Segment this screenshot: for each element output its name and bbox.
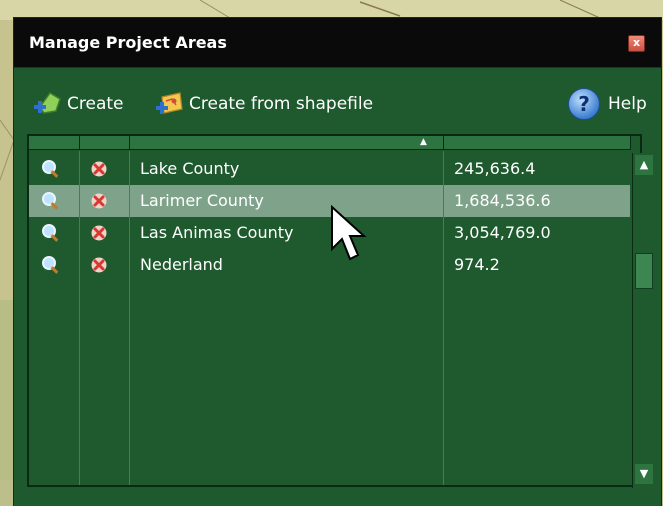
delete-x-icon — [91, 161, 107, 177]
area-name: Lake County — [140, 159, 240, 178]
header-area-column[interactable] — [444, 136, 631, 150]
create-area-icon — [34, 92, 61, 114]
magnifier-icon — [42, 160, 59, 178]
help-icon: ? — [568, 88, 600, 120]
mouse-pointer-icon — [331, 205, 367, 261]
zoom-to-area-button[interactable] — [41, 217, 65, 249]
scroll-down-icon: ▼ — [639, 467, 649, 480]
column-divider — [443, 151, 444, 485]
zoom-to-area-button[interactable] — [41, 185, 65, 217]
create-label: Create — [67, 94, 124, 114]
area-value: 3,054,769.0 — [454, 223, 551, 242]
area-name: Larimer County — [140, 191, 264, 210]
close-button[interactable]: x — [628, 35, 645, 52]
scroll-up-icon: ▲ — [639, 158, 649, 171]
scroll-up-button[interactable]: ▲ — [635, 155, 653, 175]
header-delete-column[interactable] — [80, 136, 130, 150]
close-icon: x — [632, 36, 641, 49]
area-value: 1,684,536.6 — [454, 191, 551, 210]
delete-area-button[interactable] — [91, 249, 115, 281]
zoom-to-area-button[interactable] — [41, 153, 65, 185]
dialog-titlebar[interactable]: Manage Project Areas x — [14, 18, 661, 68]
delete-area-button[interactable] — [91, 185, 115, 217]
area-value: 245,636.4 — [454, 159, 536, 178]
help-glyph: ? — [578, 92, 590, 116]
scroll-thumb[interactable] — [635, 253, 653, 289]
grid-rows: Lake County 245,636.4 Larimer County 1,684,… — [29, 151, 630, 485]
magnifier-icon — [42, 256, 59, 274]
delete-area-button[interactable] — [91, 153, 115, 185]
help-button[interactable]: ? Help — [568, 88, 647, 120]
table-row[interactable]: Lake County 245,636.4 — [29, 153, 630, 185]
delete-x-icon — [91, 225, 107, 241]
zoom-to-area-button[interactable] — [41, 249, 65, 281]
vertical-scrollbar[interactable]: ▲ ▼ — [632, 153, 655, 488]
create-from-shapefile-label: Create from shapefile — [189, 94, 374, 114]
grid-header: ▲ — [29, 136, 640, 151]
sort-ascending-icon: ▲ — [420, 137, 427, 147]
create-button[interactable]: Create — [32, 88, 124, 120]
area-value: 974.2 — [454, 255, 500, 274]
dialog-title: Manage Project Areas — [29, 33, 227, 52]
scroll-down-button[interactable]: ▼ — [635, 464, 653, 484]
help-label: Help — [608, 94, 647, 114]
header-name-column[interactable]: ▲ — [130, 136, 444, 150]
header-zoom-column[interactable] — [29, 136, 80, 150]
area-name: Nederland — [140, 255, 223, 274]
shapefile-map-icon — [156, 92, 183, 114]
delete-x-icon — [91, 193, 107, 209]
create-from-shapefile-button[interactable]: Create from shapefile — [154, 88, 373, 120]
delete-x-icon — [91, 257, 107, 273]
area-name: Las Animas County — [140, 223, 294, 242]
column-divider — [79, 151, 80, 485]
project-areas-grid: ▲ Lake County 245,636.4 Larimer County 1,68… — [27, 134, 655, 488]
delete-area-button[interactable] — [91, 217, 115, 249]
magnifier-icon — [42, 192, 59, 210]
column-divider — [129, 151, 130, 485]
magnifier-icon — [42, 224, 59, 242]
